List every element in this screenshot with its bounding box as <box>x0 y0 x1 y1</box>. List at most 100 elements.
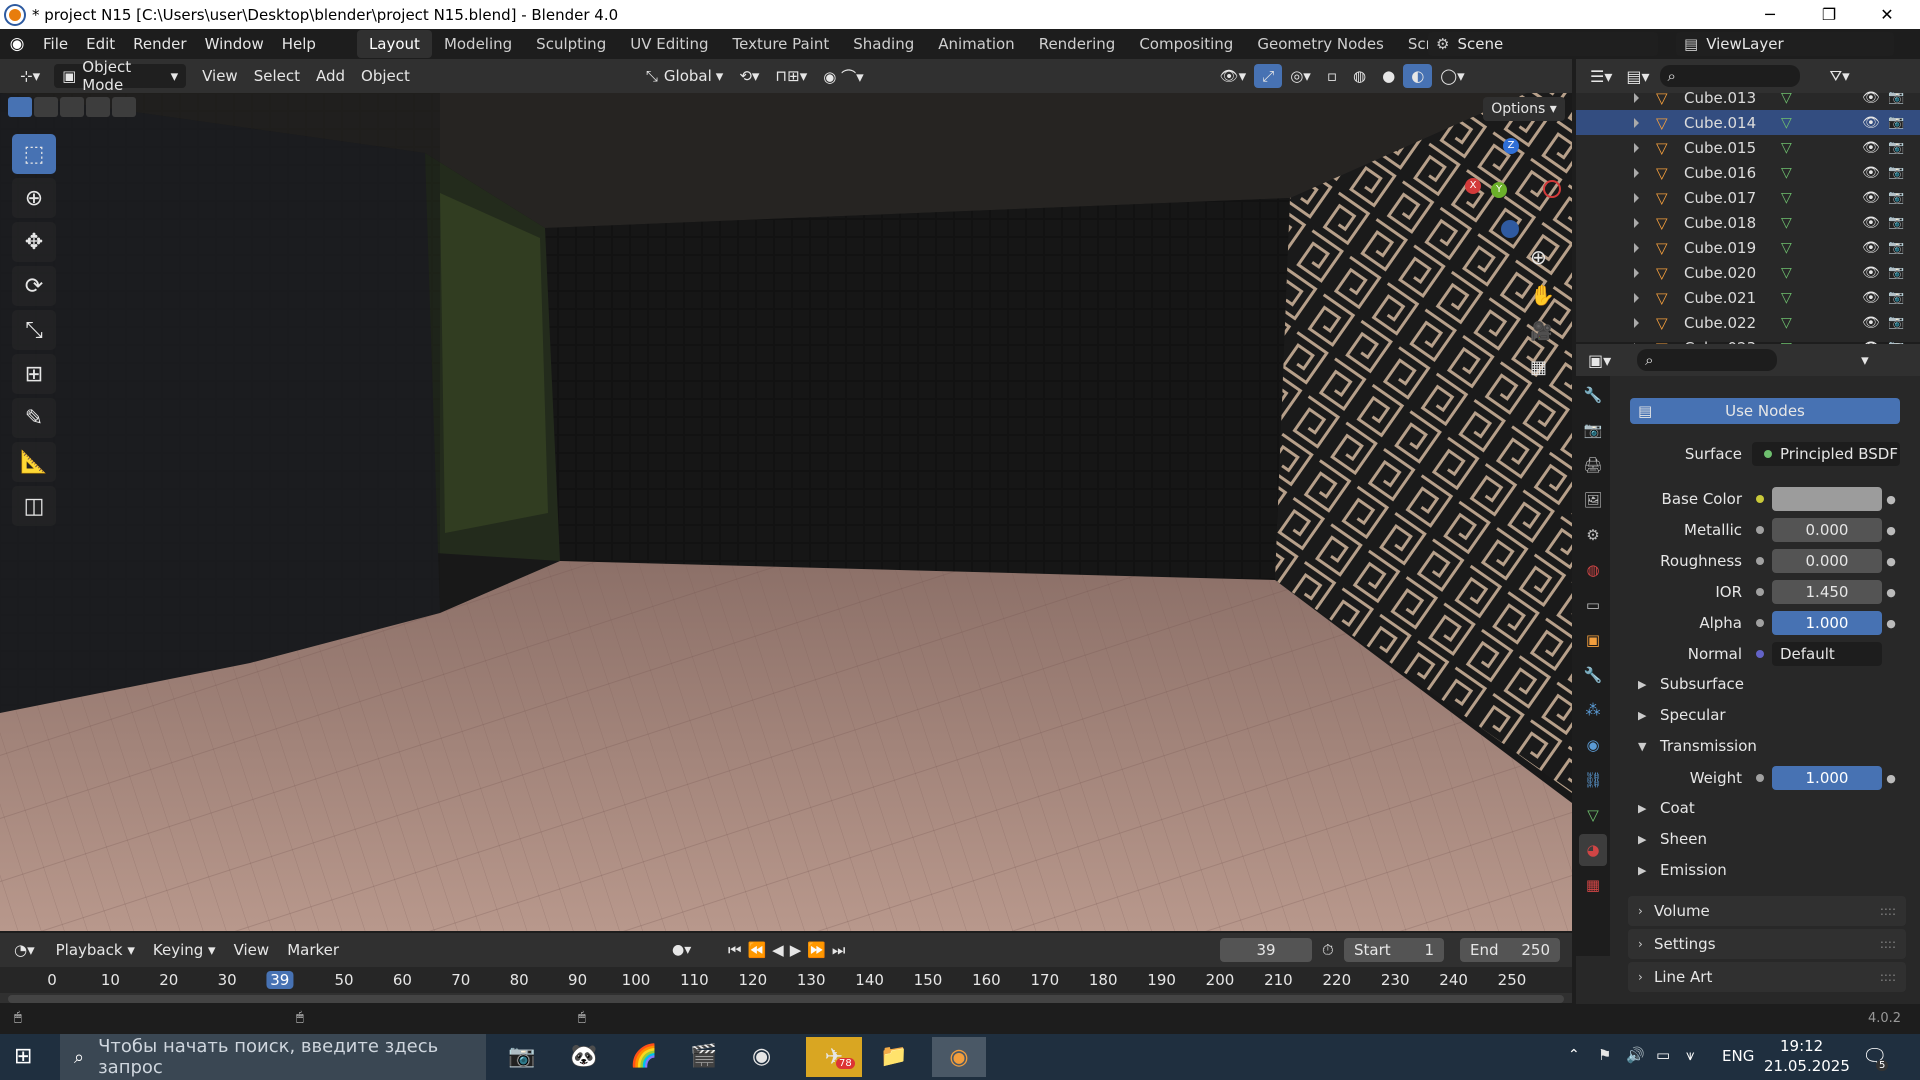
subpanel-header[interactable]: ▶ Coat <box>1632 796 1900 820</box>
zoom-icon[interactable]: ⊕ <box>1530 245 1547 269</box>
transform-orientation-dropdown[interactable]: ⤡ Global ▾ <box>638 64 731 88</box>
outliner-row[interactable]: ▽ Cube.015 ▽ 👁 📷 <box>1576 135 1920 160</box>
shading-wireframe-icon[interactable]: ◍ <box>1345 64 1374 88</box>
expand-arrow-icon[interactable] <box>1634 317 1644 328</box>
move-icon[interactable]: ✥ <box>12 222 56 262</box>
keyframe-dot-icon[interactable]: ● <box>1882 493 1900 506</box>
render-camera-icon[interactable]: 📷 <box>1888 115 1904 130</box>
video-app-icon[interactable]: 🎬 <box>690 1044 717 1069</box>
tab-texture-paint[interactable]: Texture Paint <box>720 30 841 58</box>
navigation-gizmo[interactable]: Z X Y <box>1455 138 1565 258</box>
select-box-icon[interactable]: ⬚ <box>12 134 56 174</box>
clock-date[interactable]: 21.05.2025 <box>1764 1057 1850 1075</box>
properties-editor-icon[interactable]: ▣▾ <box>1588 351 1611 370</box>
outliner-row[interactable]: ▽ Cube.014 ▽ 👁 📷 <box>1576 110 1920 135</box>
tool-tab-icon[interactable]: 🔧 <box>1579 379 1607 411</box>
outliner-editor-icon[interactable]: ☰▾ <box>1590 67 1612 86</box>
mesh-data-icon[interactable]: ▽ <box>1781 165 1792 181</box>
expand-arrow-icon[interactable] <box>1634 142 1644 153</box>
render-camera-icon[interactable]: 📷 <box>1888 240 1904 255</box>
keyframe-dot-icon[interactable]: ● <box>1882 555 1900 568</box>
physics-tab-icon[interactable]: ◉ <box>1579 729 1607 761</box>
current-frame-marker[interactable]: 39 <box>266 971 294 989</box>
subpanel-header[interactable]: ▶ Specular <box>1632 703 1900 727</box>
xray-icon[interactable]: ▫ <box>1319 64 1345 88</box>
chrome-icon[interactable]: ◉ <box>752 1044 771 1069</box>
weight-field[interactable]: 1.000 <box>1772 766 1882 790</box>
field-value[interactable]: Default <box>1772 642 1882 666</box>
outliner-row[interactable]: ▽ Cube.022 ▽ 👁 📷 <box>1576 310 1920 335</box>
select-extend-icon[interactable] <box>34 97 58 117</box>
select-subtract-icon[interactable] <box>60 97 84 117</box>
field-value[interactable]: 0.000 <box>1772 518 1882 542</box>
use-nodes-button[interactable]: ▤ Use Nodes <box>1630 398 1900 424</box>
tab-layout[interactable]: Layout <box>356 30 432 58</box>
mesh-data-icon[interactable]: ▽ <box>1781 90 1792 106</box>
expand-arrow-icon[interactable] <box>1634 242 1644 253</box>
editor-type-icon[interactable]: ⊹▾ <box>12 64 48 88</box>
select-intersect-icon[interactable] <box>112 97 136 117</box>
expand-arrow-icon[interactable] <box>1634 92 1644 103</box>
tab-shading[interactable]: Shading <box>841 30 926 58</box>
outliner-row[interactable]: ▽ Cube.017 ▽ 👁 📷 <box>1576 185 1920 210</box>
mesh-data-icon[interactable]: ▽ <box>1781 190 1792 206</box>
eye-icon[interactable]: 👁 <box>1862 290 1880 306</box>
output-tab-icon[interactable]: 🖨 <box>1579 449 1607 481</box>
properties-panel[interactable]: › Volume:::: <box>1628 896 1906 926</box>
clock-icon[interactable]: ⏱ <box>1322 941 1334 959</box>
eye-icon[interactable]: 👁 <box>1862 140 1880 156</box>
eye-icon[interactable]: 👁 <box>1862 315 1880 331</box>
expand-arrow-icon[interactable] <box>1634 192 1644 203</box>
subpanel-header[interactable]: ▶ Sheen <box>1632 827 1900 851</box>
axis-z-icon[interactable]: Z <box>1503 138 1519 154</box>
object-tab-icon[interactable]: ▣ <box>1579 624 1607 656</box>
outliner-row[interactable]: ▽ Cube.020 ▽ 👁 📷 <box>1576 260 1920 285</box>
marker-menu[interactable]: Marker <box>278 941 348 959</box>
properties-panel[interactable]: › Settings:::: <box>1628 929 1906 959</box>
tab-rendering[interactable]: Rendering <box>1027 30 1128 58</box>
outliner-row[interactable]: ▽ Cube.013 ▽ 👁 📷 <box>1576 85 1920 110</box>
outliner-row[interactable]: ▽ Cube.016 ▽ 👁 📷 <box>1576 160 1920 185</box>
mesh-data-icon[interactable]: ▽ <box>1781 265 1792 281</box>
timeline-view-menu[interactable]: View <box>225 941 279 959</box>
menu-select[interactable]: Select <box>246 64 308 88</box>
render-camera-icon[interactable]: 📷 <box>1888 140 1904 155</box>
eye-icon[interactable]: 👁 <box>1862 215 1880 231</box>
shading-solid-icon[interactable]: ● <box>1374 64 1403 88</box>
record-button-icon[interactable]: ●▾ <box>672 942 691 958</box>
render-camera-icon[interactable]: 📷 <box>1888 190 1904 205</box>
snap-icon[interactable]: ⊓⊞▾ <box>767 64 815 88</box>
subpanel-header[interactable]: ▶ Subsurface <box>1632 672 1900 696</box>
render-tab-icon[interactable]: 📷 <box>1579 414 1607 446</box>
taskbar-search-box[interactable]: ⌕ Чтобы начать поиск, введите здесь запр… <box>60 1034 486 1080</box>
subpanel-header[interactable]: ▼ Transmission <box>1632 734 1900 758</box>
scene-selector[interactable]: ⚙ Scene <box>1428 32 1658 56</box>
eye-icon[interactable]: 👁 <box>1862 165 1880 181</box>
blender-taskbar-icon[interactable]: ◉ <box>932 1037 986 1077</box>
measure-icon[interactable]: 📐 <box>12 442 56 482</box>
rotate-icon[interactable]: ⟳ <box>12 266 56 306</box>
eye-icon[interactable]: 👁 <box>1862 240 1880 256</box>
outliner-row[interactable]: ▽ Cube.018 ▽ 👁 📷 <box>1576 210 1920 235</box>
menu-add[interactable]: Add <box>308 64 353 88</box>
mesh-data-icon[interactable]: ▽ <box>1781 215 1792 231</box>
proportional-editing-icon[interactable]: ◉ ⌒▾ <box>815 64 871 88</box>
render-camera-icon[interactable]: 📷 <box>1888 290 1904 305</box>
color-app-icon[interactable]: 🌈 <box>630 1044 657 1069</box>
expand-arrow-icon[interactable] <box>1634 167 1644 178</box>
menu-help[interactable]: Help <box>273 35 325 53</box>
expand-arrow-icon[interactable] <box>1634 117 1644 128</box>
options-dropdown[interactable]: Options ▾ <box>1483 97 1565 121</box>
transform-icon[interactable]: ⊞ <box>12 354 56 394</box>
drag-handle-icon[interactable]: :::: <box>1880 970 1896 984</box>
battery-icon[interactable]: ▭ <box>1656 1046 1670 1064</box>
menu-edit[interactable]: Edit <box>77 35 124 53</box>
viewlayer-selector[interactable]: ▤ ViewLayer <box>1676 32 1894 56</box>
subpanel-header[interactable]: ▶ Emission <box>1632 858 1900 882</box>
surface-shader-dropdown[interactable]: Principled BSDF <box>1752 442 1900 466</box>
viewport-3d[interactable]: Z X Y ⊕ ✋ 🎥 ▦ Options ▾ <box>0 93 1572 931</box>
annotate-icon[interactable]: ✎ <box>12 398 56 438</box>
tab-uv-editing[interactable]: UV Editing <box>618 30 720 58</box>
keyframe-dot-icon[interactable]: ● <box>1882 772 1900 785</box>
expand-arrow-icon[interactable] <box>1634 217 1644 228</box>
